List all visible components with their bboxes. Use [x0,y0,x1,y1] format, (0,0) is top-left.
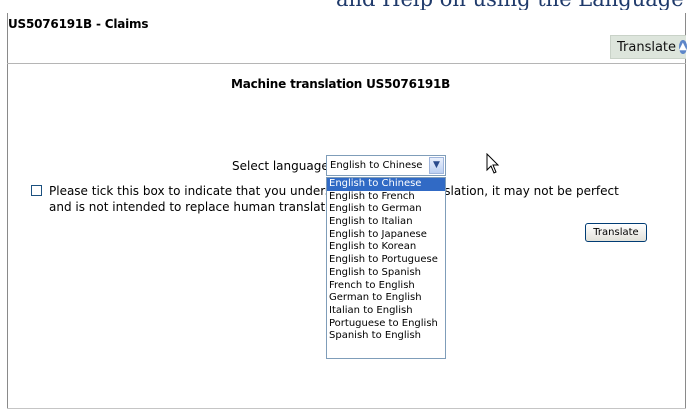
dropdown-option[interactable]: Spanish to English [327,330,445,343]
selected-language: English to Chinese [330,160,423,171]
machine-translation-heading: Machine translation US5076191B [231,77,451,91]
chevron-down-icon[interactable]: ▼ [429,157,444,174]
translate-button[interactable]: Translate [585,223,647,242]
chevron-up-circle-icon: ▲ [679,40,687,54]
language-dropdown-list[interactable]: English to Chinese English to French Eng… [326,177,446,359]
mouse-pointer-icon [486,153,500,174]
select-language-label: Select language: [232,159,333,173]
dropdown-option[interactable]: English to French [327,191,445,204]
dropdown-option[interactable]: English to German [327,203,445,216]
cropped-heading: and Help on using the Language Options [336,0,688,10]
dropdown-option[interactable]: German to English [327,292,445,305]
acknowledge-checkbox[interactable] [31,185,42,196]
disclaimer-line-1-end: translation, it may not be perfect [419,184,619,198]
page-title: US5076191B - Claims [8,17,149,31]
title-bar: US5076191B - Claims Translate ▲ [7,13,687,64]
dropdown-option[interactable]: English to Spanish [327,267,445,280]
disclaimer-line-1-start: Please tick this box to indicate that yo… [49,184,359,198]
dropdown-option[interactable]: English to Italian [327,216,445,229]
bottom-divider [7,408,686,409]
dropdown-option[interactable]: English to Portuguese [327,254,445,267]
dropdown-option[interactable]: English to Chinese [327,178,445,191]
dropdown-option[interactable]: Portuguese to English [327,318,445,331]
dropdown-option[interactable]: English to Japanese [327,229,445,242]
dropdown-option[interactable]: French to English [327,280,445,293]
translate-tab-label: Translate [617,39,677,55]
translate-tab[interactable]: Translate ▲ [610,35,687,59]
dropdown-option[interactable]: Italian to English [327,305,445,318]
dropdown-option[interactable]: English to Korean [327,241,445,254]
language-select[interactable]: English to Chinese ▼ [326,155,446,176]
cropped-top-text: and Help on using the Language Options [0,0,688,10]
